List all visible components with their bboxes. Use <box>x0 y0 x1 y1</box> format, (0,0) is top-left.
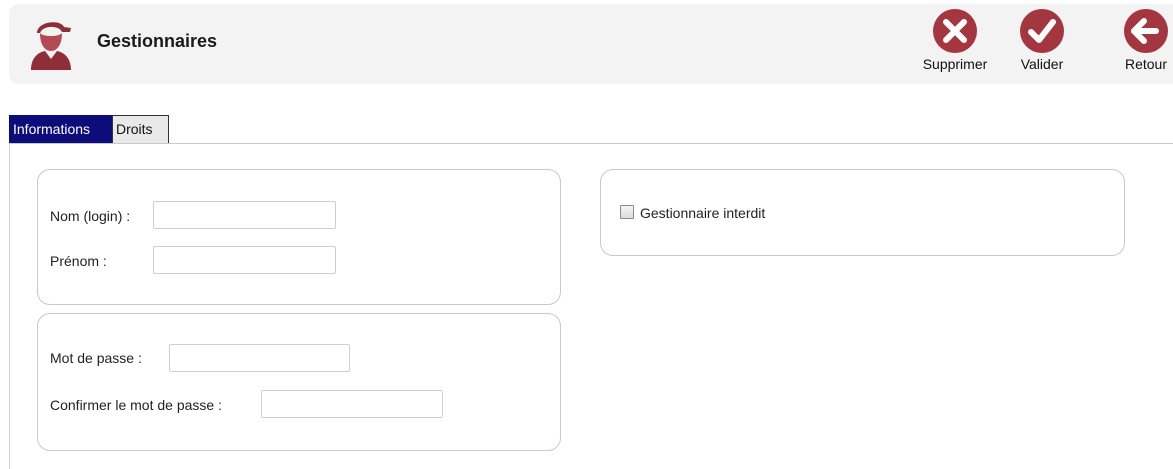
user-icon <box>31 22 71 70</box>
forbidden-label: Gestionnaire interdit <box>640 205 766 221</box>
back-button[interactable]: Retour <box>1103 8 1173 72</box>
back-label: Retour <box>1124 56 1168 72</box>
forbidden-checkbox[interactable] <box>620 205 634 219</box>
check-icon <box>1020 9 1064 53</box>
validate-button[interactable]: Valider <box>999 8 1085 72</box>
tab-informations[interactable]: Informations <box>9 115 112 144</box>
delete-icon <box>933 9 977 53</box>
tab-droits[interactable]: Droits <box>112 115 169 144</box>
password-input[interactable] <box>169 344 350 372</box>
page-header: Gestionnaires Supprimer Valider Retour <box>9 4 1173 84</box>
content-left-border <box>9 143 10 469</box>
validate-label: Valider <box>1020 56 1064 72</box>
password-panel <box>37 313 561 451</box>
identity-panel <box>37 169 561 305</box>
tab-divider <box>9 143 1173 144</box>
back-arrow-icon <box>1124 9 1168 53</box>
page-title: Gestionnaires <box>97 31 218 51</box>
confirm-password-label: Confirmer le mot de passe : <box>50 397 222 413</box>
password-label: Mot de passe : <box>50 350 142 366</box>
delete-button[interactable]: Supprimer <box>912 8 998 72</box>
login-input[interactable] <box>153 201 336 229</box>
delete-label: Supprimer <box>922 56 988 72</box>
firstname-input[interactable] <box>153 246 336 274</box>
confirm-password-input[interactable] <box>261 390 443 418</box>
login-label: Nom (login) : <box>50 208 131 224</box>
firstname-label: Prénom : <box>50 253 107 269</box>
